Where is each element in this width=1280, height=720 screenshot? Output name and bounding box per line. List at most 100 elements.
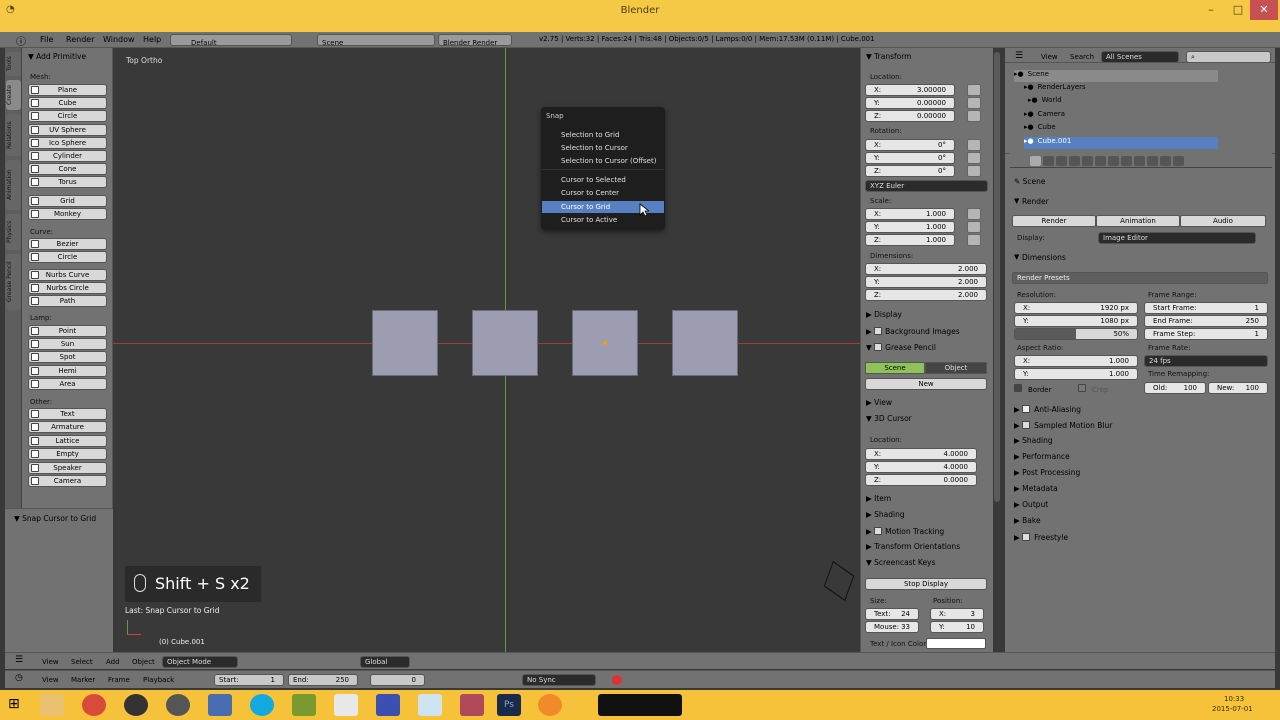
tl-menu-frame[interactable]: Frame [108,676,130,684]
lock-icon[interactable] [967,234,981,246]
render-engine-selector[interactable]: Blender Render [438,34,512,46]
scene-tab-icon[interactable] [1056,156,1067,166]
end-frame-field[interactable]: End Frame: 250 [1144,315,1268,327]
scale-field[interactable]: X: 1.000 [865,208,955,220]
document-icon[interactable] [334,694,358,716]
rotation-field[interactable]: Y: 0° [865,152,955,164]
crop-checkbox[interactable]: Crop [1078,384,1108,394]
mode-selector[interactable]: Object Mode [162,656,238,668]
photoshop-icon[interactable]: Ps [497,694,521,716]
location-field[interactable]: Z: 0.00000 [865,110,955,122]
tab-animation[interactable]: Animation [6,160,21,210]
post-processing-panel-header[interactable]: ▶ Post Processing [1014,468,1080,477]
checkbox[interactable] [1022,533,1031,541]
position-y-field[interactable]: Y: 10 [930,621,984,633]
audio-button[interactable]: Audio [1180,215,1266,227]
outliner-filter-select[interactable]: All Scenes [1101,51,1179,63]
cursor-location-field[interactable]: X: 4.0000 [865,448,977,460]
time-remap-old-field[interactable]: Old: 100 [1144,382,1206,394]
cursor-location-field[interactable]: Y: 4.0000 [865,461,977,473]
object-tab-icon[interactable] [1082,156,1093,166]
media-player-icon[interactable] [208,694,232,716]
texture-tab-icon[interactable] [1147,156,1158,166]
lock-icon[interactable] [967,84,981,96]
text-size-field[interactable]: Text: 24 [865,608,919,620]
display-selector[interactable]: Image Editor [1098,232,1256,244]
lock-icon[interactable] [967,208,981,220]
data-tab-icon[interactable] [1121,156,1132,166]
archive-icon[interactable] [460,694,484,716]
menu-window[interactable]: Window [103,35,135,44]
constraints-tab-icon[interactable] [1095,156,1106,166]
explorer-icon[interactable] [40,694,64,716]
motion-tracking-header[interactable]: ▶ Motion Tracking [866,526,944,536]
modifiers-tab-icon[interactable] [1108,156,1119,166]
dimension-field[interactable]: X: 2.000 [865,263,987,275]
location-field[interactable]: X: 3.00000 [865,84,955,96]
add-armature-button[interactable]: Armature [28,421,107,434]
vh-menu-add[interactable]: Add [106,658,120,666]
checkbox[interactable] [1022,421,1031,429]
add-cube-button[interactable]: Cube [28,97,107,110]
add-circle-button[interactable]: Circle [28,110,107,123]
aspect-x-field[interactable]: X: 1.000 [1014,355,1138,367]
border-checkbox[interactable]: Border [1014,384,1051,394]
resolution-y-field[interactable]: Y: 1080 px [1014,315,1138,327]
outliner-menu-search[interactable]: Search [1070,53,1094,61]
pin-icon[interactable]: ✎ [1014,177,1023,186]
add-sun-button[interactable]: Sun [28,338,107,351]
add-circle-button[interactable]: Circle [28,251,107,263]
cube-object[interactable] [672,310,738,376]
vh-menu-view[interactable]: View [42,658,59,666]
vh-menu-object[interactable]: Object [132,658,155,666]
outliner-item[interactable]: ▸● Scene [1014,70,1218,82]
transform-orientations-header[interactable]: ▶ Transform Orientations [866,542,960,551]
resolution-percent-slider[interactable]: 50% [1014,328,1138,340]
blender-taskbar-icon[interactable] [538,694,562,716]
add-area-button[interactable]: Area [28,377,107,390]
add-nurbs-curve-button[interactable]: Nurbs Curve [28,269,107,281]
gp-object-toggle[interactable]: Object [925,362,987,374]
current-frame-field[interactable]: 0 [370,674,425,686]
animation-button[interactable]: Animation [1096,215,1180,227]
tab-create[interactable]: Create [6,80,21,110]
render-presets-selector[interactable]: Render Presets [1012,272,1268,284]
camera-object[interactable] [823,560,855,602]
aspect-y-field[interactable]: Y: 1.000 [1014,368,1138,380]
3d-cursor-header[interactable]: ▼ 3D Cursor [866,414,912,423]
tools-icon[interactable] [376,694,400,716]
radiation-app-icon[interactable] [124,694,148,716]
menu-render[interactable]: Render [66,35,94,44]
output-panel-header[interactable]: ▶ Output [1014,500,1048,509]
minimize-icon[interactable]: – [1197,0,1225,20]
sampled-motion-blur-panel-header[interactable]: ▶ Sampled Motion Blur [1014,420,1112,430]
stop-display-button[interactable]: Stop Display [865,578,987,590]
checkbox[interactable] [874,527,883,535]
layout-selector[interactable]: Default [170,34,292,46]
add-empty-button[interactable]: Empty [28,448,107,461]
gp-scene-toggle[interactable]: Scene [865,362,925,374]
anti-aliasing-panel-header[interactable]: ▶ Anti-Aliasing [1014,404,1081,414]
outliner-item[interactable]: ▸● World [1028,96,1218,108]
add-plane-button[interactable]: Plane [28,84,107,96]
text-icon-color-swatch[interactable] [926,638,986,649]
tab-tools[interactable]: Tools [6,52,21,76]
close-icon[interactable]: ✕ [1250,0,1278,20]
item-panel-header[interactable]: ▶ Item [866,494,891,503]
add-spot-button[interactable]: Spot [28,351,107,364]
tl-menu-view[interactable]: View [42,676,59,684]
start-frame-field[interactable]: Start: 1 [214,674,284,686]
add-path-button[interactable]: Path [28,295,107,307]
add-hemi-button[interactable]: Hemi [28,364,107,377]
windows-start-icon[interactable]: ⊞ [8,696,20,712]
record-icon[interactable] [612,675,622,685]
tl-menu-marker[interactable]: Marker [71,676,95,684]
add-torus-button[interactable]: Torus [28,176,107,189]
n-panel-scrollbar[interactable] [994,52,1000,502]
render-button[interactable]: Render [1012,215,1096,227]
location-field[interactable]: Y: 0.00000 [865,97,955,109]
outliner-menu-view[interactable]: View [1041,53,1058,61]
cube-object[interactable] [372,310,438,376]
lock-icon[interactable] [967,97,981,109]
outliner-item[interactable]: ▸● Cube.001 [1024,137,1218,149]
